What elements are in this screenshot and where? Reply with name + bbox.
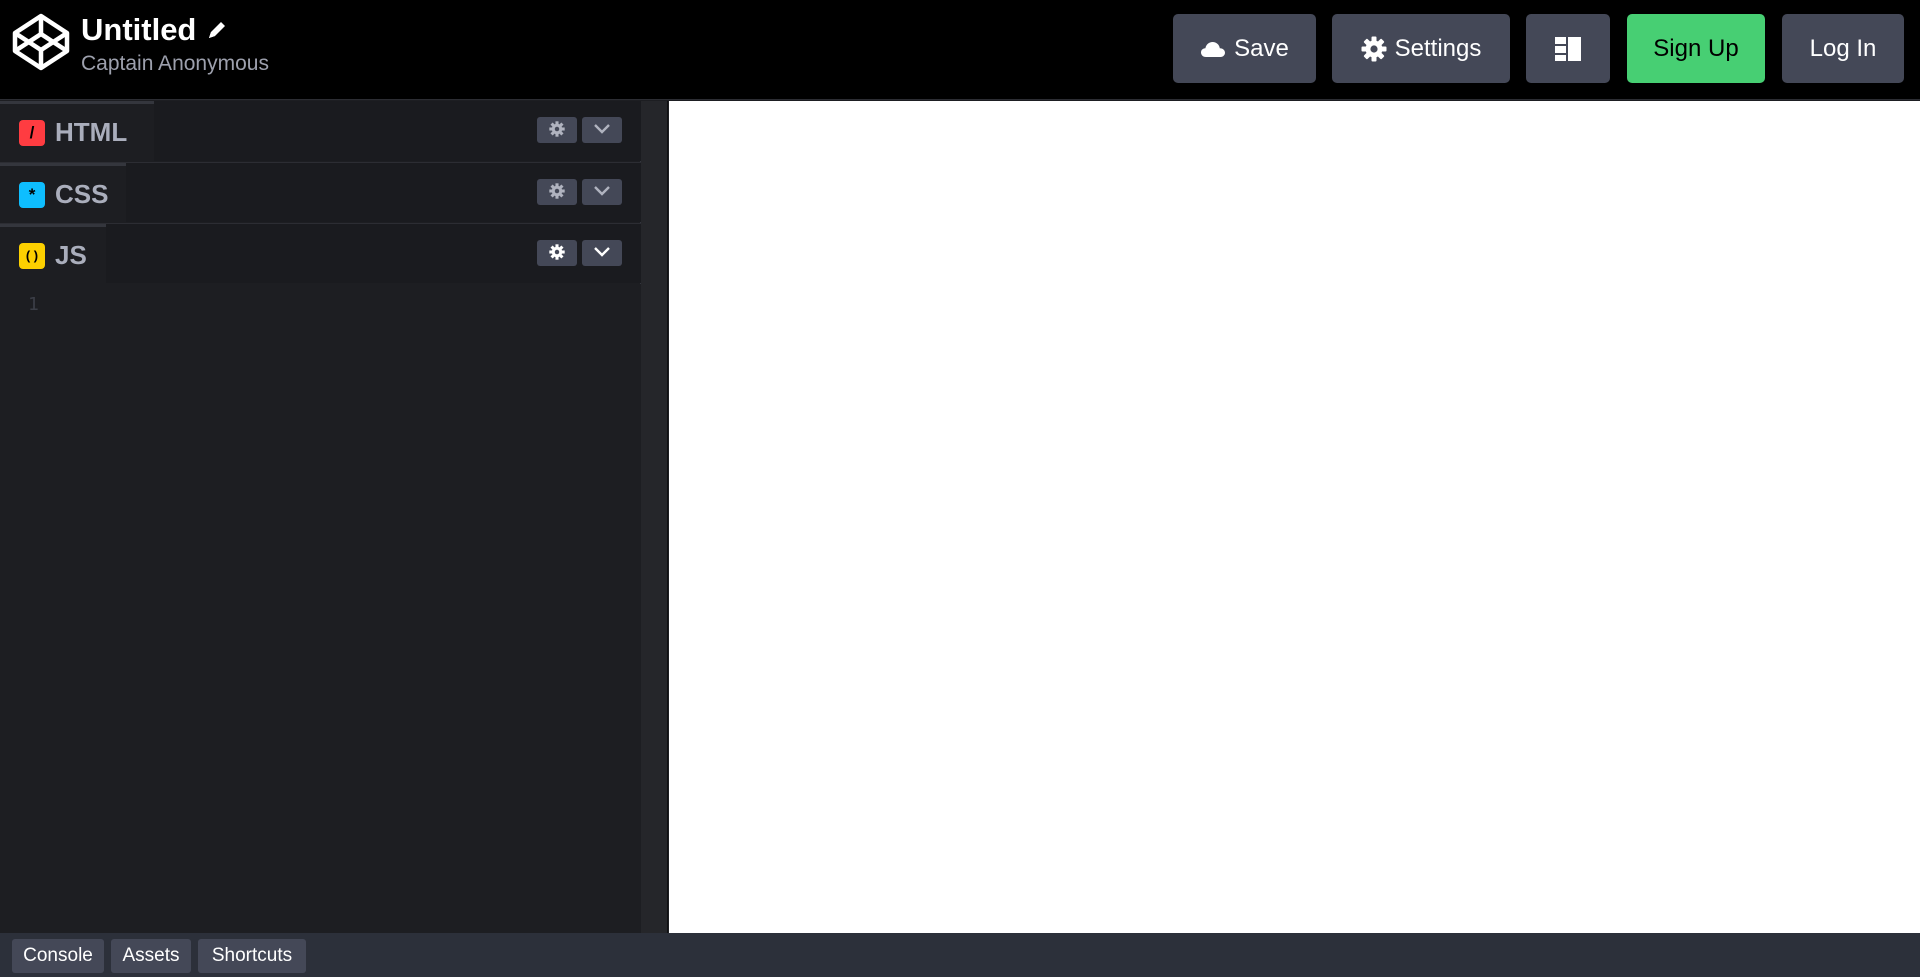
top-bar: Untitled Captain Anonymous Save Settings…: [0, 0, 1920, 100]
css-editor-header: * CSS: [0, 162, 641, 223]
css-collapse-button[interactable]: [582, 179, 622, 205]
settings-button[interactable]: Settings: [1332, 14, 1510, 83]
html-settings-button[interactable]: [537, 117, 577, 143]
save-label: Save: [1234, 34, 1289, 62]
html-editor-header: / HTML: [0, 101, 641, 161]
pen-title-area: Untitled Captain Anonymous: [81, 12, 269, 77]
js-editor-header: ( ) JS: [0, 223, 641, 284]
console-button[interactable]: Console: [12, 939, 104, 973]
codepen-logo-icon[interactable]: [12, 13, 70, 71]
gear-icon: [549, 120, 565, 140]
line-number: 1: [28, 294, 39, 315]
css-editor-label: CSS: [55, 179, 109, 209]
cloud-icon: [1200, 40, 1226, 58]
gear-icon: [549, 243, 565, 263]
js-badge-icon: ( ): [19, 242, 45, 269]
bottom-bar: Console Assets Shortcuts: [0, 933, 1920, 977]
change-view-button[interactable]: [1526, 14, 1610, 83]
css-editor-tab[interactable]: * CSS: [0, 163, 126, 223]
css-settings-button[interactable]: [537, 179, 577, 205]
js-editor-tab[interactable]: ( ) JS: [0, 224, 106, 284]
sign-up-button[interactable]: Sign Up: [1627, 14, 1765, 83]
html-editor-tab[interactable]: / HTML: [0, 101, 154, 161]
shortcuts-button[interactable]: Shortcuts: [198, 939, 306, 973]
pen-title[interactable]: Untitled: [81, 12, 196, 48]
html-collapse-button[interactable]: [582, 117, 622, 143]
chevron-down-icon: [593, 246, 611, 261]
chevron-down-icon: [593, 123, 611, 138]
css-badge-icon: *: [19, 181, 45, 208]
js-code-editor[interactable]: 1: [0, 284, 641, 933]
editor-column: / HTML * CSS () JS 1: [0, 101, 641, 933]
author-name[interactable]: Captain Anonymous: [81, 51, 269, 77]
assets-button[interactable]: Assets: [111, 939, 191, 973]
chevron-down-icon: [593, 185, 611, 200]
settings-label: Settings: [1394, 34, 1482, 62]
log-in-button[interactable]: Log In: [1782, 14, 1904, 83]
preview-pane[interactable]: [669, 101, 1920, 933]
js-editor-label: JS: [55, 240, 87, 270]
html-badge-icon: /: [19, 119, 45, 146]
pencil-icon[interactable]: [206, 19, 228, 41]
editor-resizer[interactable]: [641, 101, 668, 933]
save-button[interactable]: Save: [1173, 14, 1316, 83]
gear-icon: [1361, 36, 1387, 62]
layout-icon: [1554, 36, 1582, 62]
gear-icon: [549, 182, 565, 202]
js-settings-button[interactable]: [537, 240, 577, 266]
js-collapse-button[interactable]: [582, 240, 622, 266]
html-editor-label: HTML: [55, 117, 128, 147]
